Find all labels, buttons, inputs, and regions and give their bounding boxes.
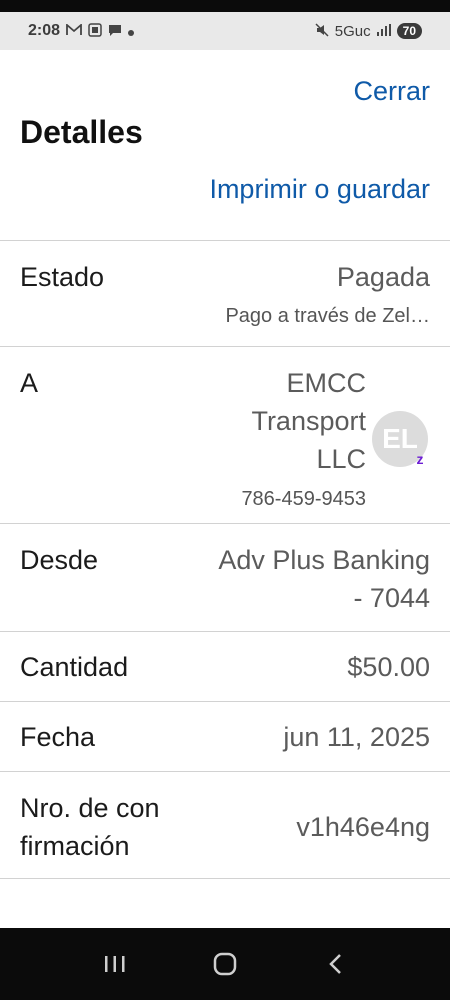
confirmation-row: Nro. de con firmación v1h46e4ng xyxy=(0,771,450,879)
status-value: Pagada xyxy=(336,262,430,292)
status-row: Estado Pagada Pago a través de Zel… xyxy=(0,240,450,346)
print-or-save-button[interactable]: Imprimir o guardar xyxy=(209,174,430,205)
confirmation-value: v1h46e4ng xyxy=(296,812,430,842)
signal-icon xyxy=(376,23,391,39)
from-account-line2: - 7044 xyxy=(353,583,430,613)
zelle-badge-icon: z xyxy=(416,451,424,467)
screenshot-icon xyxy=(88,22,102,40)
date-value: jun 11, 2025 xyxy=(283,722,430,752)
back-icon[interactable] xyxy=(315,944,355,984)
status-method: Pago a través de Zel… xyxy=(225,305,430,327)
status-bar-left: 2:08 xyxy=(28,22,135,40)
confirmation-label-line1: Nro. de con xyxy=(20,793,160,823)
status-bar-right: 5Guc 70 xyxy=(315,23,422,40)
network-label: 5Guc xyxy=(334,22,371,40)
mute-icon xyxy=(315,22,329,40)
date-row: Fecha jun 11, 2025 xyxy=(0,701,450,771)
from-label: Desde xyxy=(20,545,99,575)
battery-icon: 70 xyxy=(396,23,422,39)
from-row: Desde Adv Plus Banking - 7044 xyxy=(0,523,450,631)
recipient-label: A xyxy=(20,368,39,398)
from-account-line1: Adv Plus Banking xyxy=(218,545,430,575)
status-bar: 2:08 5Guc 70 xyxy=(0,0,450,50)
confirmation-label-line2: firmación xyxy=(20,831,130,861)
recipient-name-line2: Transport xyxy=(251,406,366,436)
recipient-phone: 786-459-9453 xyxy=(241,488,366,510)
chat-icon xyxy=(108,23,122,40)
page-title: Detalles xyxy=(20,114,143,150)
home-icon[interactable] xyxy=(205,944,245,984)
close-button[interactable]: Cerrar xyxy=(353,76,430,107)
recipient-name-line1: EMCC xyxy=(286,368,367,398)
recent-apps-icon[interactable] xyxy=(95,944,135,984)
amount-label: Cantidad xyxy=(20,652,129,682)
dot-icon xyxy=(128,24,135,39)
amount-row: Cantidad $50.00 xyxy=(0,631,450,701)
recipient-row[interactable]: A EMCC Transport LLC 786-459-9453 EL z xyxy=(0,346,450,523)
date-label: Fecha xyxy=(20,722,96,752)
amount-value: $50.00 xyxy=(347,652,430,682)
navigation-bar xyxy=(0,928,450,1000)
status-time: 2:08 xyxy=(28,22,61,39)
details-list: Estado Pagada Pago a través de Zel… A EM… xyxy=(0,240,450,879)
recipient-name-line3: LLC xyxy=(316,444,366,474)
details-header: Cerrar Detalles Imprimir o guardar xyxy=(0,50,450,240)
status-label: Estado xyxy=(20,262,105,292)
gmail-icon xyxy=(66,22,82,39)
